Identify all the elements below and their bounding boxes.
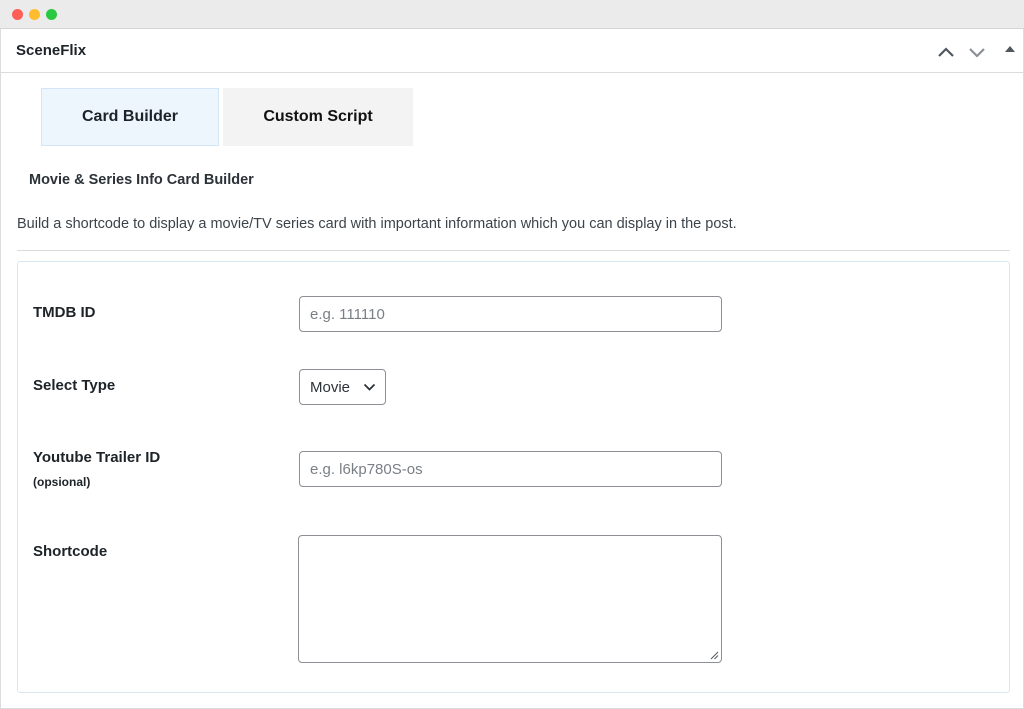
tab-card-builder[interactable]: Card Builder (41, 88, 219, 146)
triangle-up-icon (1005, 46, 1015, 52)
move-up-button[interactable] (935, 41, 957, 63)
shortcode-textarea[interactable] (298, 535, 722, 663)
section-description: Build a shortcode to display a movie/TV … (17, 216, 737, 232)
trailer-id-label: Youtube Trailer ID (33, 449, 161, 466)
type-select[interactable]: Movie (299, 369, 386, 405)
tmdb-id-input[interactable] (299, 296, 722, 332)
builder-form: TMDB ID Select Type Movie Youtube Traile… (17, 261, 1010, 693)
tab-card-builder-label: Card Builder (81, 108, 178, 125)
close-window-button[interactable] (12, 9, 23, 20)
move-down-button[interactable] (966, 41, 988, 63)
trailer-id-optional-note: (opsional) (33, 475, 91, 489)
shortcode-label: Shortcode (33, 543, 108, 560)
trailer-id-input[interactable] (299, 451, 722, 487)
tmdb-id-label: TMDB ID (33, 304, 96, 321)
divider (17, 250, 1010, 251)
postbox-title: SceneFlix (16, 42, 87, 59)
postbox-panel: SceneFlix Card Builder Custom Script Mov… (0, 29, 1024, 709)
tab-custom-script-label: Custom Script (263, 108, 373, 125)
section-title: Movie & Series Info Card Builder (29, 172, 254, 188)
type-select-value: Movie (310, 378, 351, 396)
minimize-window-button[interactable] (29, 9, 40, 20)
chevron-down-icon (969, 48, 985, 58)
postbox-header: SceneFlix (1, 29, 1023, 73)
chevron-up-icon (938, 47, 954, 57)
chevron-down-icon (363, 383, 376, 391)
tab-custom-script[interactable]: Custom Script (223, 88, 413, 146)
toggle-panel-button[interactable] (999, 41, 1021, 63)
window-titlebar (0, 0, 1024, 29)
select-type-label: Select Type (33, 377, 116, 394)
resize-grip-icon[interactable] (709, 650, 719, 660)
maximize-window-button[interactable] (46, 9, 57, 20)
